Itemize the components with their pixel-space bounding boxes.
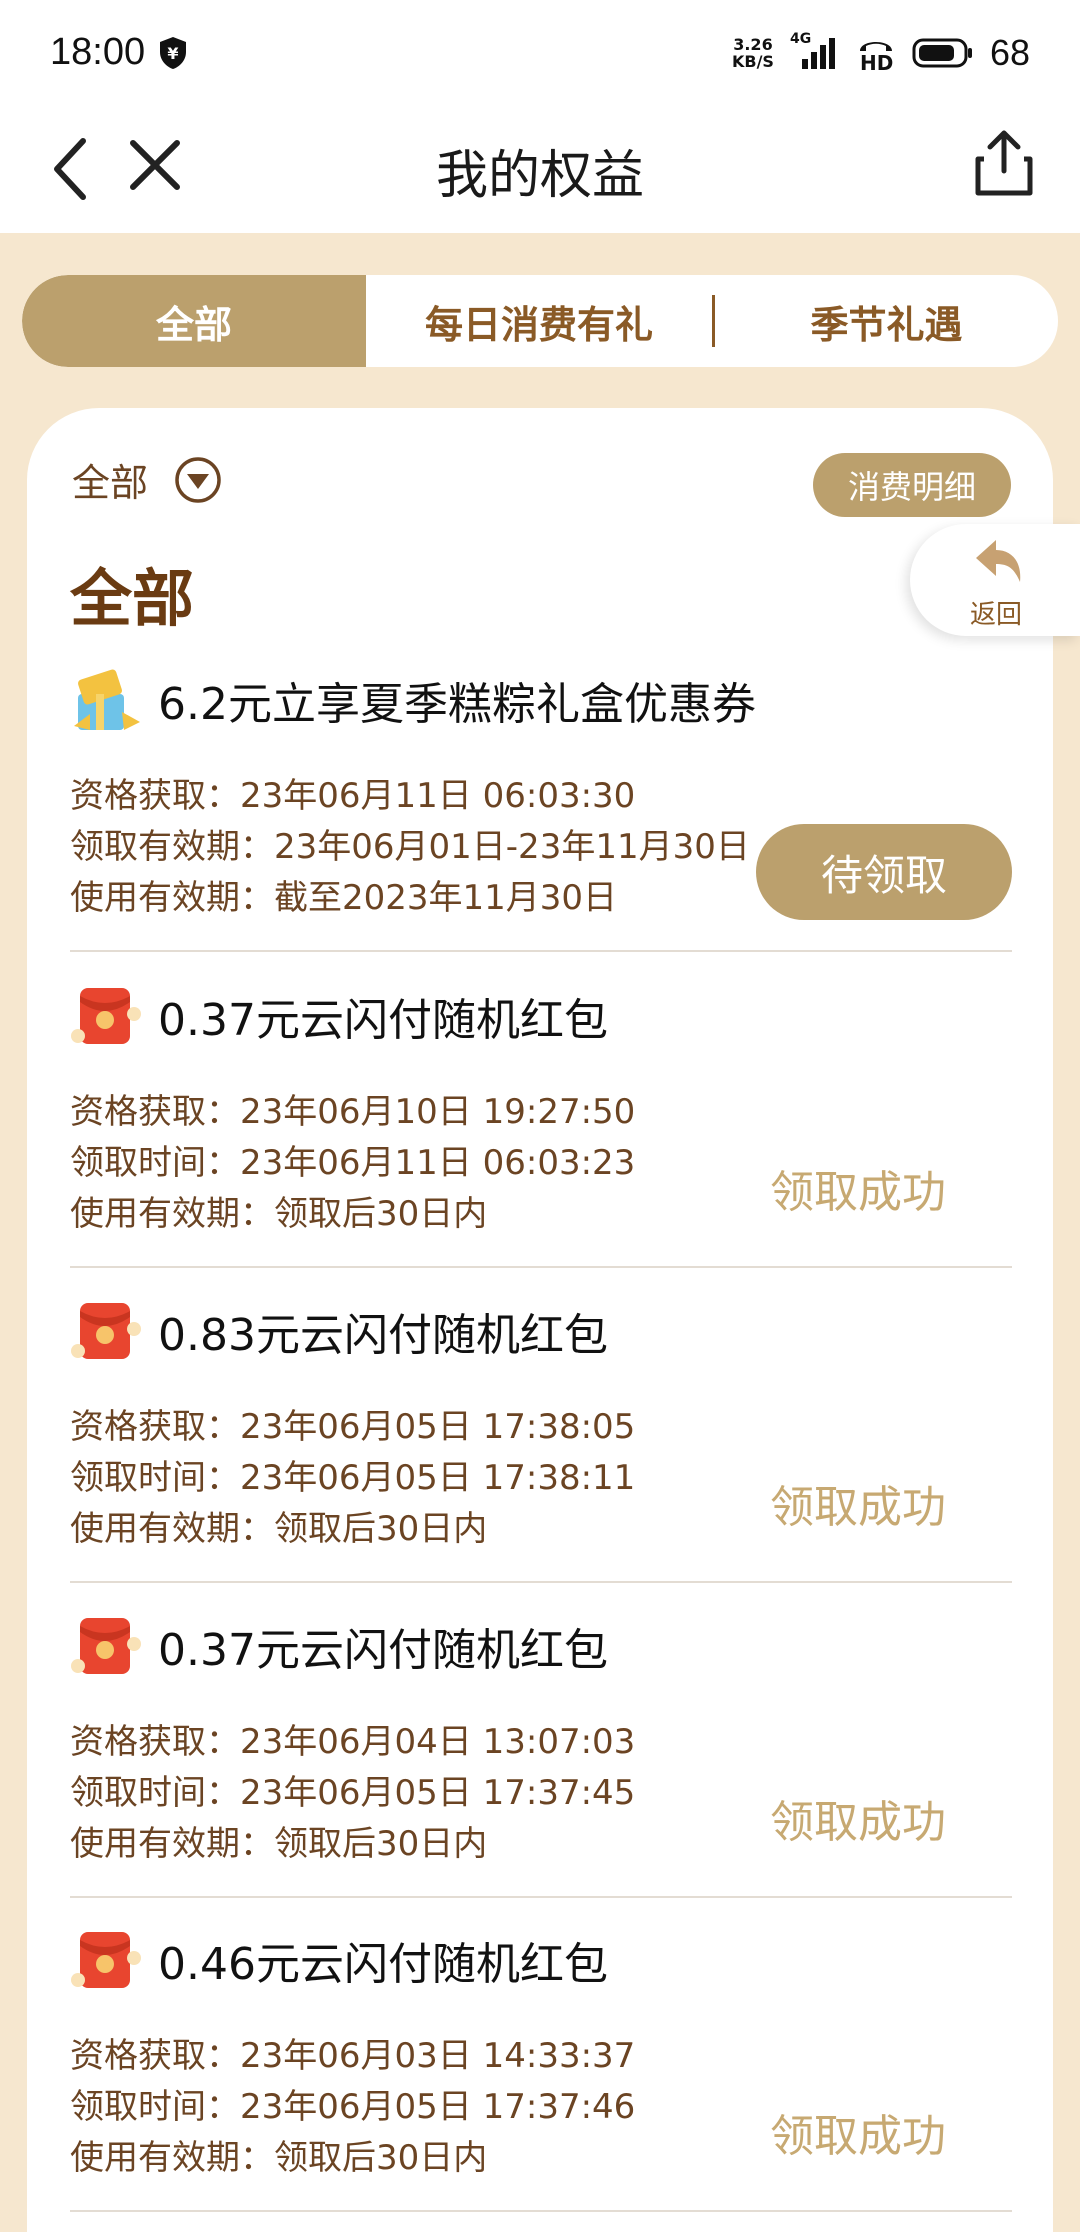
claim-success-status: 领取成功 [770,1167,946,1218]
status-right: 3.26 KB/S 4G HD 68 [732,31,1030,75]
item-qualification-time: 资格获取：23年06月10日 19:27:50 [70,1092,636,1132]
share-icon[interactable] [972,127,1036,199]
red-envelope-icon [71,1932,141,1988]
category-tabs: 全部 每日消费有礼 季节礼遇 [22,275,1058,367]
item-qualification-time: 资格获取：23年06月03日 14:33:37 [70,2036,636,2076]
filter-dropdown[interactable]: 全部 [72,452,222,507]
item-qualification-time: 资格获取：23年06月04日 13:07:03 [70,1722,636,1762]
list-item[interactable]: 0.37元云闪付随机红包 资格获取：23年06月04日 13:07:03 领取时… [70,1610,1012,1900]
hd-call-icon: HD [856,33,896,75]
dropdown-circle-icon [175,456,221,503]
item-use-validity: 使用有效期：截至2023年11月30日 [70,878,618,918]
item-separator [70,1266,1012,1268]
item-use-validity: 使用有效期：领取后30日内 [70,1194,488,1234]
section-title: 全部 [70,562,195,635]
item-title: 0.46元云闪付随机红包 [158,1939,608,1990]
item-separator [70,950,1012,952]
item-title: 0.83元云闪付随机红包 [158,1310,608,1361]
item-use-validity: 使用有效期：领取后30日内 [70,2138,488,2178]
item-head: 0.83元云闪付随机红包 [70,1295,608,1367]
status-time: 18:00 [50,31,146,73]
tab-all[interactable]: 全部 [22,275,366,367]
item-head: 0.37元云闪付随机红包 [70,1610,608,1682]
item-head: 0.46元云闪付随机红包 [70,1924,608,1996]
item-claim-time: 领取时间：23年06月11日 06:03:23 [70,1143,636,1183]
item-separator [70,1581,1012,1583]
pending-claim-button[interactable]: 待领取 [756,824,1012,920]
item-claim-time: 领取时间：23年06月05日 17:38:11 [70,1458,636,1498]
red-envelope-icon [71,1618,141,1674]
item-claim-time: 领取时间：23年06月05日 17:37:46 [70,2087,636,2127]
signal-icon: 4G [790,31,840,71]
tab-daily-gift[interactable]: 每日消费有礼 [366,275,712,367]
claim-success-status: 领取成功 [770,1482,946,1533]
gift-box-icon [74,669,140,730]
item-head: 6.2元立享夏季糕粽礼盒优惠券 [70,664,756,736]
item-separator [70,1896,1012,1898]
list-item[interactable]: 0.37元云闪付随机红包 资格获取：23年06月10日 19:27:50 领取时… [70,980,1012,1270]
status-bar: 18:00 ¥ 3.26 KB/S 4G HD 68 [0,0,1080,105]
hd-label: HD [859,50,894,75]
nav-bar: 我的权益 [0,105,1080,233]
filter-label: 全部 [72,461,149,505]
claim-success-status: 领取成功 [770,2111,946,2162]
floating-back-button[interactable]: 返回 [910,524,1080,636]
red-envelope-icon [71,1303,141,1359]
return-arrow-icon [976,540,1021,582]
claim-success-status: 领取成功 [770,1797,946,1848]
net-speed: 3.26 KB/S [732,36,774,70]
item-title: 0.37元云闪付随机红包 [158,995,608,1046]
item-title: 0.37元云闪付随机红包 [158,1625,608,1676]
consumption-detail-button[interactable]: 消费明细 [813,453,1011,517]
status-left: 18:00 ¥ [50,31,187,74]
floating-back-label: 返回 [970,600,1023,630]
item-head: 0.37元云闪付随机红包 [70,980,608,1052]
red-envelope-icon [71,988,141,1044]
item-qualification-time: 资格获取：23年06月11日 06:03:30 [70,776,636,816]
list-item[interactable]: 6.2元立享夏季糕粽礼盒优惠券 资格获取：23年06月11日 06:03:30 … [70,664,1012,954]
svg-text:¥: ¥ [168,44,179,63]
item-qualification-time: 资格获取：23年06月05日 17:38:05 [70,1407,636,1447]
battery-icon [912,38,972,67]
item-use-validity: 使用有效期：领取后30日内 [70,1824,488,1864]
item-title: 6.2元立享夏季糕粽礼盒优惠券 [158,679,756,730]
net-speed-unit: KB/S [731,51,774,71]
page-title: 我的权益 [435,146,644,206]
net-speed-value: 3.26 [733,34,773,54]
list-item[interactable]: 0.83元云闪付随机红包 资格获取：23年06月05日 17:38:05 领取时… [70,1295,1012,1585]
shield-yen-icon: ¥ [160,36,187,69]
item-separator [70,2210,1012,2212]
tab-season-gift[interactable]: 季节礼遇 [715,275,1058,367]
item-use-validity: 使用有效期：领取后30日内 [70,1509,488,1549]
battery-level: 68 [989,31,1030,73]
list-item[interactable]: 0.46元云闪付随机红包 资格获取：23年06月03日 14:33:37 领取时… [70,1924,1012,2214]
item-claim-validity: 领取有效期：23年06月01日-23年11月30日 [70,827,750,867]
item-claim-time: 领取时间：23年06月05日 17:37:45 [70,1773,636,1813]
